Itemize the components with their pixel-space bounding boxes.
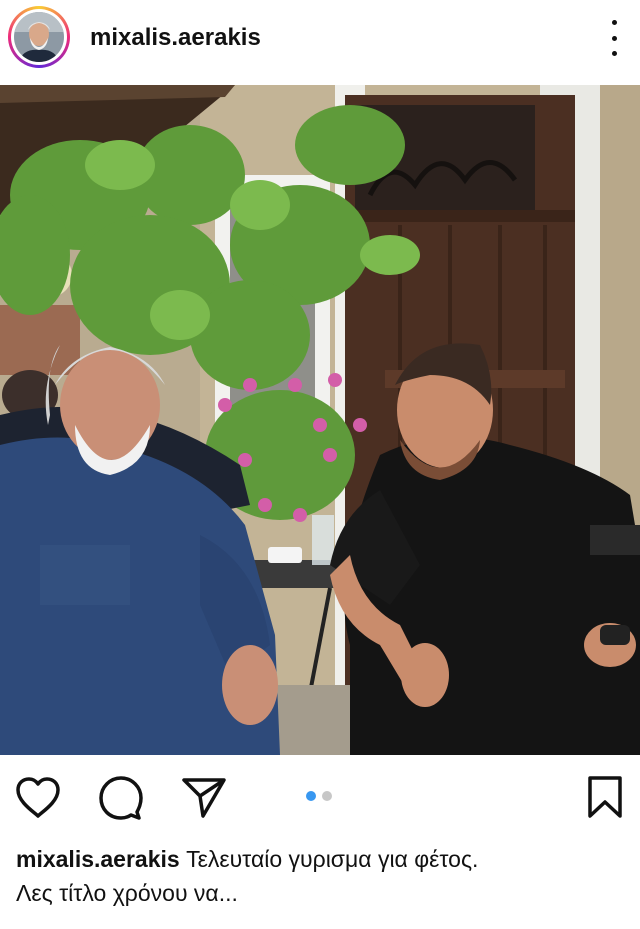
post-username[interactable]: mixalis.aerakis (90, 24, 261, 52)
caption-text: Τελευταίο γυρισμα για φέτος. (186, 846, 479, 872)
like-button[interactable] (14, 776, 62, 825)
avatar[interactable] (14, 12, 64, 62)
more-options-button[interactable] (604, 20, 624, 56)
more-vertical-icon-dot (611, 51, 617, 56)
photo-illustration (0, 85, 640, 755)
carousel-indicator (306, 791, 332, 801)
heart-icon (16, 777, 60, 818)
story-ring[interactable] (8, 6, 70, 68)
more-vertical-icon-dot (611, 35, 617, 41)
avatar-image (14, 12, 64, 62)
comment-button[interactable] (97, 774, 145, 827)
caption-text-line2: Λες τίτλο χρόνου να... (16, 880, 238, 906)
carousel-dot-active (306, 791, 316, 801)
avatar-frame (11, 9, 67, 65)
post-caption: mixalis.aerakis Τελευταίο γυρισμα για φέ… (16, 842, 616, 910)
share-button[interactable] (181, 776, 227, 825)
carousel-dot (322, 791, 332, 801)
post-header: mixalis.aerakis (0, 0, 640, 78)
comment-icon (99, 776, 143, 820)
more-vertical-icon (611, 20, 617, 25)
bookmark-icon (588, 776, 622, 818)
post-photo[interactable] (0, 85, 640, 755)
caption-username[interactable]: mixalis.aerakis (16, 846, 180, 872)
paper-plane-icon (182, 778, 226, 818)
save-button[interactable] (585, 774, 625, 825)
